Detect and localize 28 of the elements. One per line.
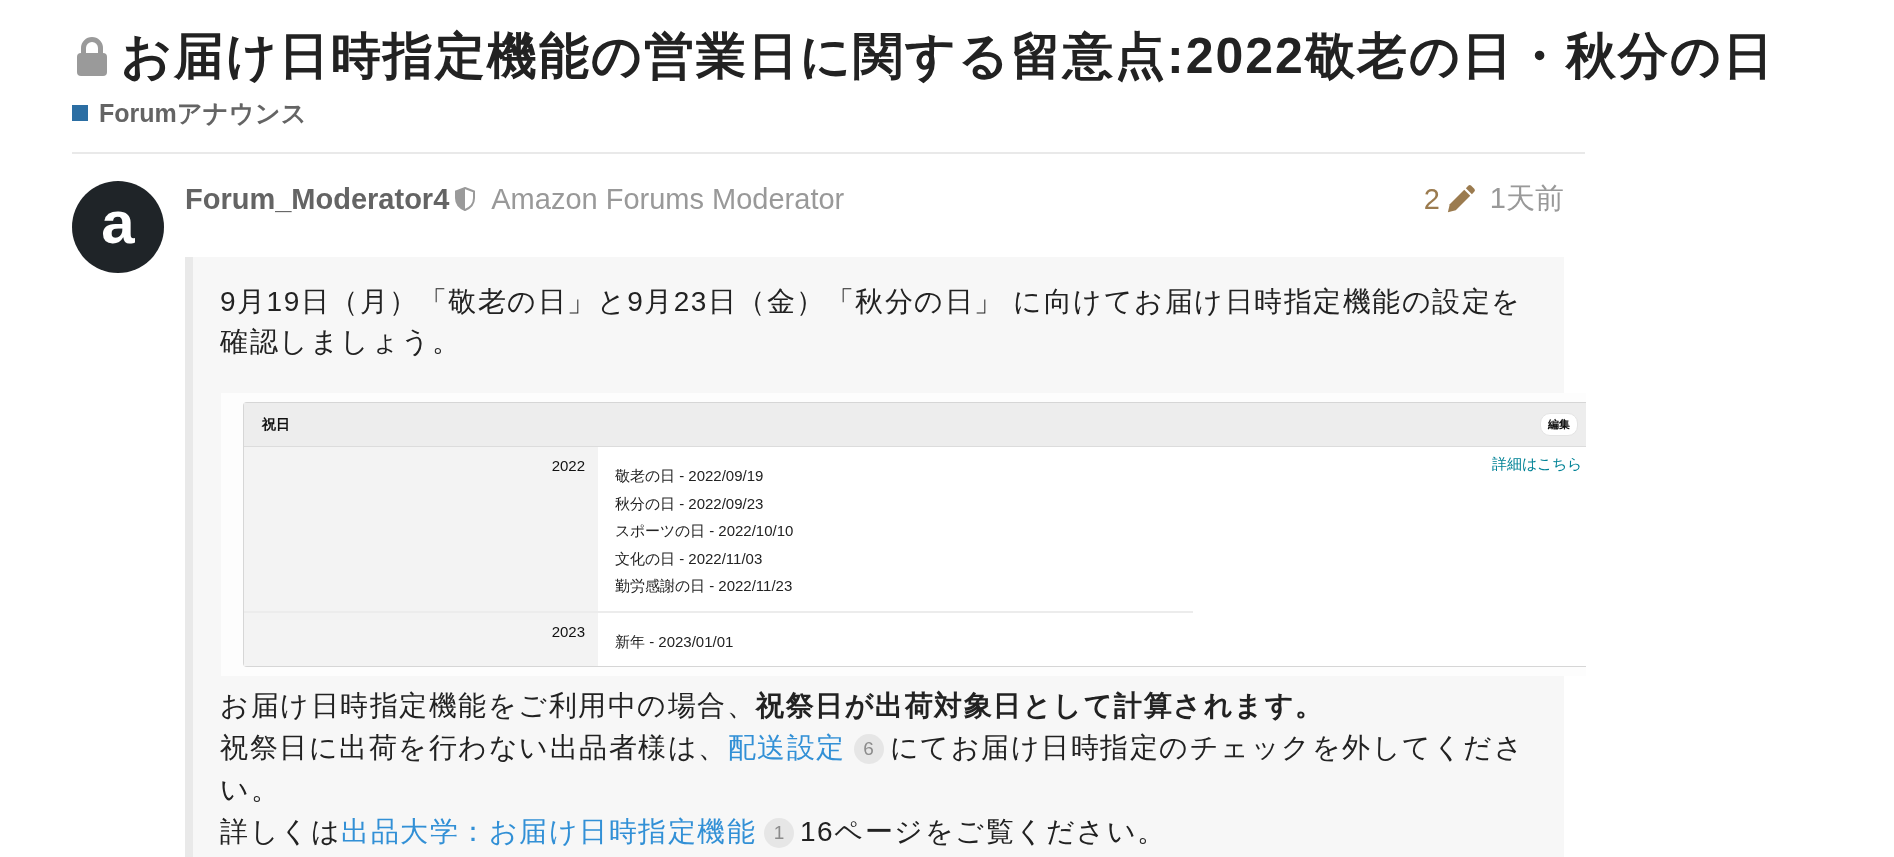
panel-title: 祝日 [262, 415, 290, 434]
holiday-entry: 敬老の日 - 2022/09/19 [615, 466, 765, 486]
body-text: 詳しくは出品大学：お届け日時指定機能 1 16ページをご覧ください。 [220, 815, 1168, 850]
holiday-entry: スポーツの日 - 2022/10/10 [615, 521, 794, 541]
text-link[interactable]: 出品大学：お届け日時指定機能 [341, 816, 756, 847]
year-cell: 2022 [244, 447, 598, 611]
holiday-entry: 新年 - 2023/01/01 [615, 631, 734, 652]
details-link[interactable]: 詳細はこちら [1492, 454, 1582, 474]
category-swatch-icon [72, 105, 88, 121]
topic-title: お届け日時指定機能の営業日に関する留意点:2022敬老の日・秋分の日 [121, 27, 1775, 86]
holiday-entry: 文化の日 - 2022/11/03 [615, 548, 764, 569]
category-link[interactable]: Forumアナウンス [72, 98, 307, 128]
text-link[interactable]: 配送設定 [727, 732, 846, 763]
holiday-entry: 秋分の日 - 2022/09/23 [615, 493, 765, 514]
holiday-entry: 勤労感謝の日 - 2022/11/23 [615, 576, 794, 596]
click-count: 1 [764, 818, 794, 848]
edit-history-button[interactable]: 2 [1423, 182, 1476, 216]
pencil-icon [1445, 184, 1476, 214]
body-text: 祝祭日に出荷を行わない出品者様は、配送設定 6 にてお届け日時指定のチェックを外してください。 [220, 731, 1525, 807]
edit-button[interactable]: 編集 [1540, 413, 1578, 436]
click-count: 6 [853, 734, 884, 764]
body-text: 9月19日（月）「敬老の日」と9月23日（金）「秋分の日」 に向けてお届け日時指定機能の設定を確認しましょう。 [220, 285, 1523, 359]
username-link[interactable]: Forum_Moderator4 [185, 182, 450, 216]
year-cell: 2023 [244, 612, 598, 666]
avatar[interactable]: a [72, 181, 164, 273]
user-title: Amazon Forums Moderator [491, 182, 845, 216]
post-date-link[interactable]: 1天前 [1489, 179, 1564, 219]
body-text: お届け日時指定機能をご利用中の場合、祝祭日が出荷対象日として計算されます。 [220, 689, 1326, 723]
